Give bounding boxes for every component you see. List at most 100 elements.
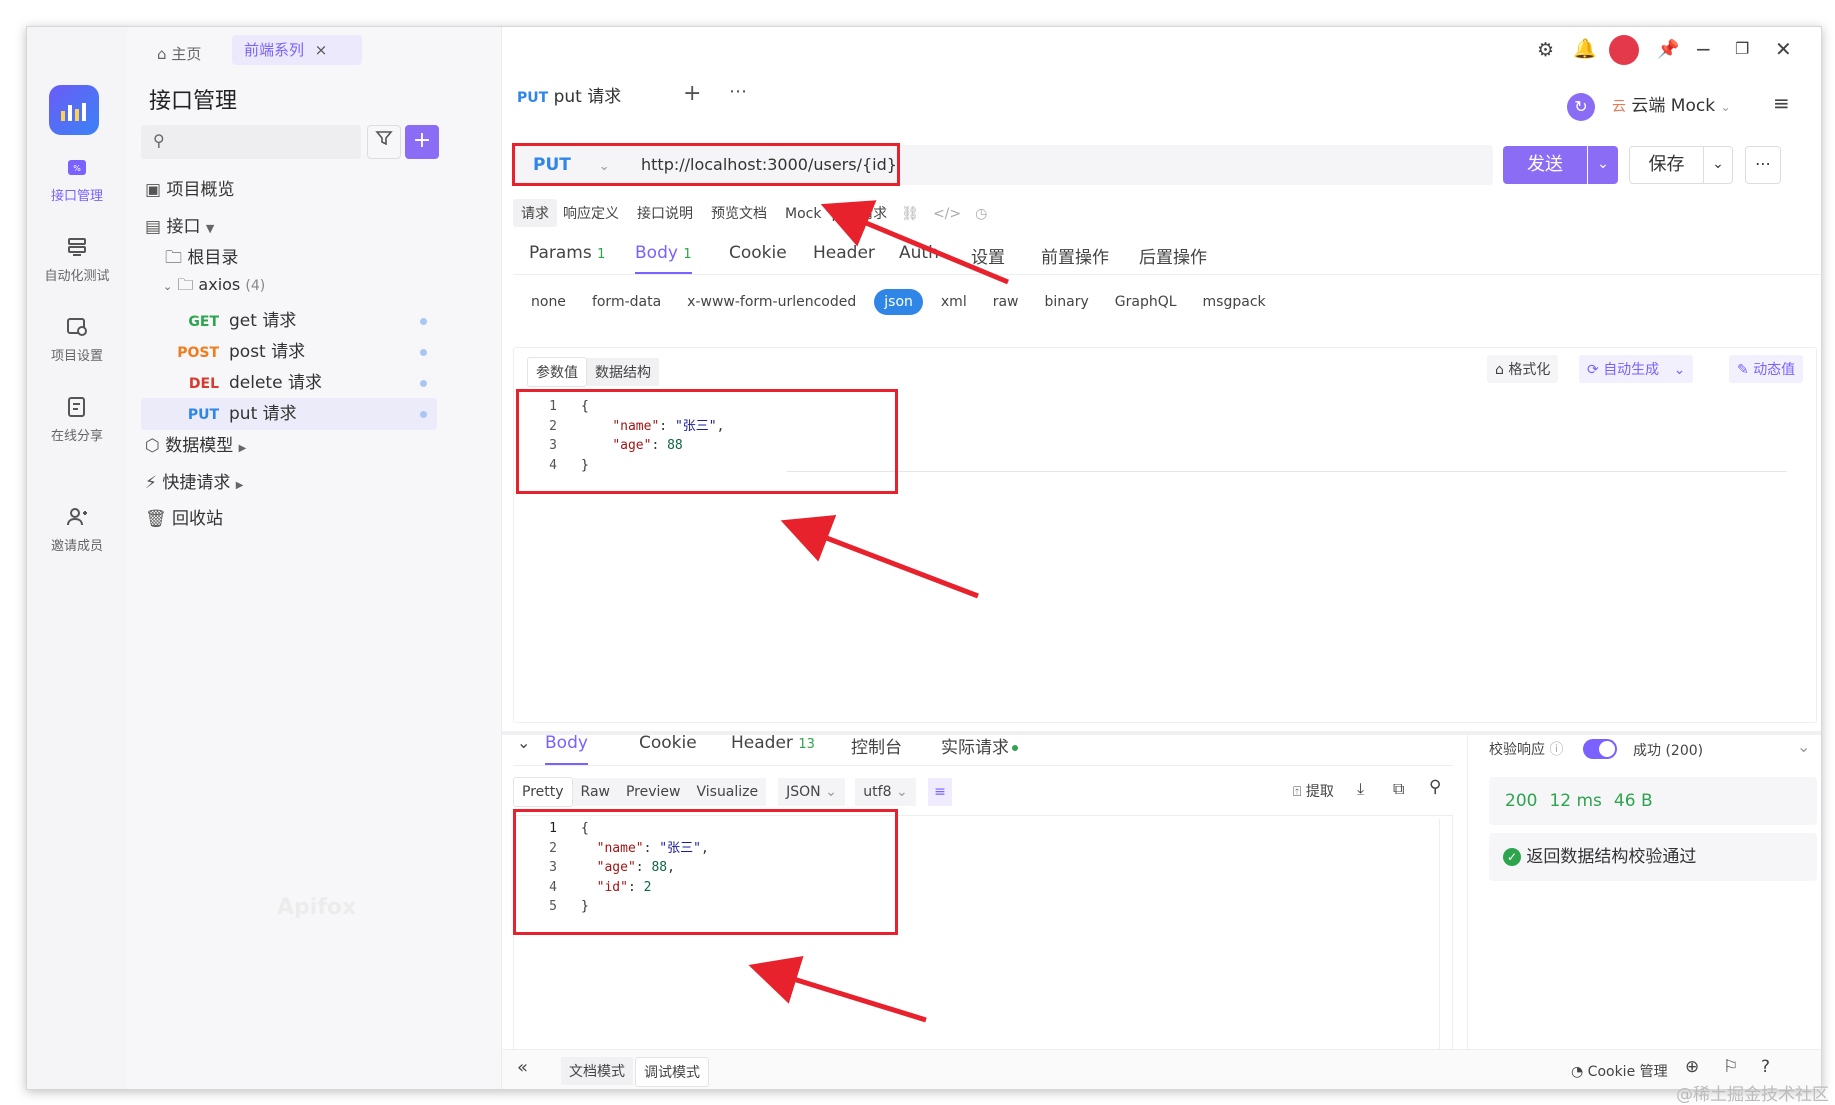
subtab-mock[interactable]: Mock	[785, 206, 821, 222]
save-dropdown[interactable]: ⌄	[1703, 146, 1733, 184]
upload-icon[interactable]: ⊕	[1685, 1057, 1699, 1077]
response-scrollbar[interactable]	[1439, 819, 1451, 1055]
add-button[interactable]: +	[405, 125, 439, 159]
tab-post-ops[interactable]: 后置操作	[1139, 243, 1207, 268]
format-select[interactable]: JSON ⌄	[778, 778, 845, 806]
resp-tab-body[interactable]: Body	[545, 733, 588, 765]
resp-tab-cookie[interactable]: Cookie	[639, 733, 697, 753]
subtab-response-def[interactable]: 响应定义	[563, 206, 619, 222]
code-icon[interactable]: </>	[933, 206, 961, 222]
body-type-xml[interactable]: xml	[941, 294, 967, 310]
cookie-mgmt-button[interactable]: ◔ Cookie 管理	[1571, 1061, 1668, 1081]
format-button[interactable]: ⌂ 格式化	[1487, 355, 1559, 383]
sidebar-item-api[interactable]: ▤ 接口 ▼	[145, 212, 214, 237]
body-type-json[interactable]: json	[874, 289, 923, 315]
env-select[interactable]: 云 云端 Mock ⌄	[1612, 91, 1752, 121]
resp-tab-console[interactable]: 控制台	[851, 733, 902, 758]
subtab-doc[interactable]: 接口说明	[637, 206, 693, 222]
menu-icon[interactable]: ≡	[1773, 91, 1790, 115]
autogen-button[interactable]: ⟳ 自动生成 ⌄	[1579, 355, 1694, 383]
send-button[interactable]: 发送	[1503, 146, 1587, 184]
sidebar-item-overview[interactable]: ▣ 项目概览	[145, 175, 234, 200]
shirt-icon[interactable]: ⚐	[1723, 1057, 1738, 1077]
subtab-schema[interactable]: 数据结构	[587, 358, 659, 386]
tab-params[interactable]: Params 1	[529, 243, 605, 263]
dynamic-value-button[interactable]: ✎ 动态值	[1729, 355, 1804, 383]
tree-item-put[interactable]: PUT put 请求	[141, 398, 437, 430]
new-tab-icon[interactable]: +	[683, 81, 701, 106]
history-icon[interactable]: ◷	[975, 206, 987, 222]
tab-settings[interactable]: 设置	[971, 243, 1005, 268]
filter-button[interactable]	[367, 125, 401, 159]
download-icon[interactable]: ⤓	[1357, 779, 1364, 799]
bell-icon[interactable]: 🔔	[1573, 37, 1597, 60]
tab-home[interactable]: ⌂ 主页	[157, 39, 201, 69]
link-icon[interactable]: ⛓	[901, 206, 919, 222]
resp-tab-actual[interactable]: 实际请求	[941, 733, 1018, 758]
help-circle-icon[interactable]: ?	[1761, 1057, 1770, 1077]
debug-mode-button[interactable]: 调试模式	[635, 1057, 709, 1087]
more-tabs-icon[interactable]: ⋯	[729, 81, 747, 102]
wrap-icon[interactable]: ≡	[928, 778, 952, 806]
body-type-none[interactable]: none	[531, 294, 566, 310]
body-type-form-data[interactable]: form-data	[592, 294, 661, 310]
tree-item-delete[interactable]: DEL delete 请求	[141, 367, 437, 399]
editor-hline	[787, 471, 1787, 472]
subtab-values[interactable]: 参数值	[527, 357, 587, 387]
close-icon[interactable]: ×	[315, 41, 328, 59]
view-preview[interactable]: Preview	[617, 778, 689, 806]
sidebar-item-quick[interactable]: ⚡ 快捷请求 ▶	[145, 468, 243, 493]
env-sync-icon[interactable]: ↻	[1567, 93, 1595, 121]
tab-pre-ops[interactable]: 前置操作	[1041, 243, 1109, 268]
collapse-response-icon[interactable]: ⌄	[517, 733, 530, 752]
validate-toggle[interactable]	[1583, 739, 1617, 759]
view-visualize[interactable]: Visualize	[688, 778, 767, 806]
search-icon[interactable]: ⚲	[1429, 777, 1441, 797]
sidebar-item-recycle[interactable]: 🗑 回收站	[145, 504, 223, 529]
api-group-icon: ▤	[145, 217, 162, 237]
tab-auth[interactable]: Auth	[899, 243, 939, 263]
send-dropdown[interactable]: ⌄	[1588, 146, 1618, 184]
copy-icon[interactable]: ⧉	[1393, 779, 1404, 799]
body-type-graphql[interactable]: GraphQL	[1115, 294, 1177, 310]
tab-body[interactable]: Body 1	[635, 243, 692, 274]
minimize-icon[interactable]: −	[1695, 37, 1712, 61]
pin-icon[interactable]: 📌	[1657, 39, 1679, 60]
tree-folder-axios[interactable]: ⌄ 🗀 axios (4)	[163, 274, 265, 301]
sidebar-search[interactable]: ⚲	[141, 125, 361, 159]
body-type-binary[interactable]: binary	[1045, 294, 1089, 310]
rail-item-share[interactable]: 在线分享	[27, 395, 127, 444]
close-window-icon[interactable]: ✕	[1775, 37, 1792, 61]
tab-cookie[interactable]: Cookie	[729, 243, 787, 263]
view-raw[interactable]: Raw	[572, 778, 618, 806]
rail-item-automation[interactable]: 自动化测试	[27, 235, 127, 284]
more-actions-button[interactable]: ⋯	[1745, 146, 1781, 184]
encoding-value: utf8	[863, 784, 892, 800]
rail-item-settings[interactable]: 项目设置	[27, 315, 127, 364]
sidebar-item-data-model[interactable]: ⬡ 数据模型 ▶	[145, 431, 246, 456]
tab-project[interactable]: 前端系列 ×	[232, 35, 362, 65]
view-pretty[interactable]: Pretty	[513, 777, 573, 807]
body-type-msgpack[interactable]: msgpack	[1203, 294, 1266, 310]
save-button[interactable]: 保存	[1629, 146, 1704, 184]
doc-mode-button[interactable]: 文档模式	[561, 1057, 633, 1085]
rail-item-api[interactable]: % 接口管理	[27, 155, 127, 204]
restore-icon[interactable]: ❐	[1735, 39, 1749, 58]
editor-tab[interactable]: PUT put 请求	[513, 77, 663, 117]
tab-header[interactable]: Header	[813, 243, 875, 263]
body-type-raw[interactable]: raw	[993, 294, 1019, 310]
gear-icon[interactable]: ⚙	[1537, 39, 1554, 61]
tree-item-get[interactable]: GET get 请求	[141, 305, 437, 337]
collapse-sidebar-icon[interactable]: «	[517, 1057, 528, 1078]
subtab-request[interactable]: 请求	[513, 199, 557, 227]
extract-button[interactable]: ⍐ 提取	[1293, 781, 1334, 801]
tree-item-post[interactable]: POST post 请求	[141, 336, 437, 368]
tree-root[interactable]: 🗀 根目录	[165, 243, 238, 274]
resp-tab-header[interactable]: Header 13	[731, 733, 815, 753]
body-type-urlencoded[interactable]: x-www-form-urlencoded	[687, 294, 856, 310]
avatar[interactable]	[1609, 35, 1639, 65]
subtab-preview[interactable]: 预览文档	[711, 206, 767, 222]
encoding-select[interactable]: utf8 ⌄	[855, 778, 916, 806]
chevron-down-icon[interactable]: ⌄	[1797, 737, 1810, 756]
rail-item-invite[interactable]: 邀请成员	[27, 505, 127, 554]
